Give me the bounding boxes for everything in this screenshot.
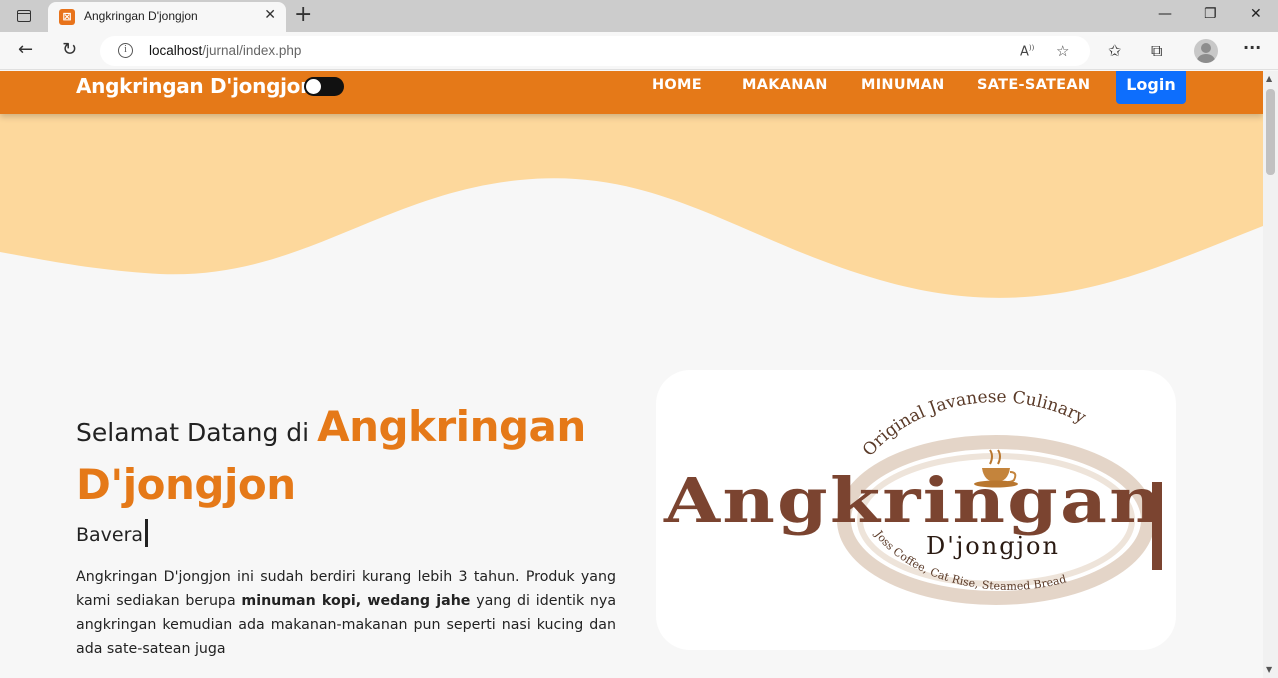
site-info-icon[interactable]: i bbox=[118, 43, 133, 58]
hero-wave-decoration bbox=[0, 114, 1263, 298]
restore-icon[interactable]: ❐ bbox=[1204, 6, 1217, 22]
address-bar[interactable]: i localhost/jurnal/index.php A)) ☆ bbox=[100, 36, 1090, 66]
nav-home[interactable]: HOME bbox=[652, 77, 702, 93]
read-aloud-icon[interactable]: A)) bbox=[1020, 44, 1034, 59]
browser-tab-bar: ⊠ Angkringan D'jongjon ✕ + — ❐ ✕ bbox=[0, 0, 1278, 32]
minimize-icon[interactable]: — bbox=[1158, 6, 1172, 22]
window-close-icon[interactable]: ✕ bbox=[1250, 6, 1262, 22]
xampp-favicon-icon: ⊠ bbox=[59, 9, 75, 25]
logo-main-text: Angkringan bbox=[663, 464, 1164, 537]
hero-text-block: Selamat Datang di Angkringan D'jongjon B… bbox=[76, 401, 616, 657]
typed-word: Bavera bbox=[76, 524, 144, 546]
scroll-down-icon[interactable]: ▼ bbox=[1266, 665, 1272, 674]
typed-text: Bavera bbox=[76, 519, 149, 547]
back-arrow-icon[interactable]: ← bbox=[18, 39, 33, 60]
angkringan-logo: Original Javanese Culinary Angkringan D'… bbox=[663, 387, 1164, 605]
welcome-brand-line1: Angkringan bbox=[317, 402, 586, 451]
nav-sate-satean[interactable]: SATE-SATEAN bbox=[977, 77, 1090, 93]
tab-close-icon[interactable]: ✕ bbox=[264, 7, 276, 23]
welcome-prefix: Selamat Datang di bbox=[76, 418, 310, 447]
favorites-icon[interactable]: ✩ bbox=[1108, 41, 1121, 60]
welcome-brand-line2: D'jongjon bbox=[76, 460, 296, 509]
logo-card: Original Javanese Culinary Angkringan D'… bbox=[656, 370, 1176, 650]
page-viewport: Angkringan D'jongjon HOME MAKANAN MINUMA… bbox=[0, 71, 1263, 678]
nav-minuman[interactable]: MINUMAN bbox=[861, 77, 945, 93]
refresh-icon[interactable]: ↻ bbox=[62, 39, 77, 60]
more-menu-icon[interactable]: ··· bbox=[1243, 38, 1261, 57]
browser-toolbar: ← ↻ i localhost/jurnal/index.php A)) ☆ ✩… bbox=[0, 32, 1278, 70]
scrollbar-thumb[interactable] bbox=[1266, 89, 1275, 175]
new-tab-icon[interactable]: + bbox=[294, 4, 312, 26]
navbar-brand[interactable]: Angkringan D'jongjon bbox=[76, 74, 314, 98]
page-scrollbar[interactable]: ▲ ▼ bbox=[1263, 71, 1278, 678]
typing-cursor bbox=[145, 519, 149, 547]
site-navbar: Angkringan D'jongjon HOME MAKANAN MINUMA… bbox=[0, 71, 1263, 114]
profile-avatar[interactable] bbox=[1194, 39, 1218, 63]
tab-title: Angkringan D'jongjon bbox=[84, 9, 198, 23]
scroll-up-icon[interactable]: ▲ bbox=[1266, 74, 1272, 83]
hero-description: Angkringan D'jongjon ini sudah berdiri k… bbox=[76, 569, 617, 657]
tab-actions-icon bbox=[17, 10, 31, 22]
browser-tab[interactable]: ⊠ Angkringan D'jongjon ✕ bbox=[48, 2, 286, 32]
dark-mode-toggle[interactable] bbox=[304, 77, 344, 96]
desc-highlight: minuman kopi, wedang jahe bbox=[241, 593, 471, 609]
url-text[interactable]: localhost/jurnal/index.php bbox=[149, 43, 301, 58]
login-button[interactable]: Login bbox=[1116, 71, 1186, 104]
toggle-knob bbox=[306, 79, 321, 94]
collections-icon[interactable]: ⧉ bbox=[1151, 41, 1162, 61]
welcome-heading: Selamat Datang di Angkringan D'jongjon bbox=[76, 401, 616, 517]
tab-actions-button[interactable] bbox=[10, 6, 38, 26]
logo-sub-text: D'jongjon bbox=[926, 532, 1060, 560]
add-favorite-icon[interactable]: ☆ bbox=[1056, 42, 1069, 60]
nav-makanan[interactable]: MAKANAN bbox=[742, 77, 828, 93]
